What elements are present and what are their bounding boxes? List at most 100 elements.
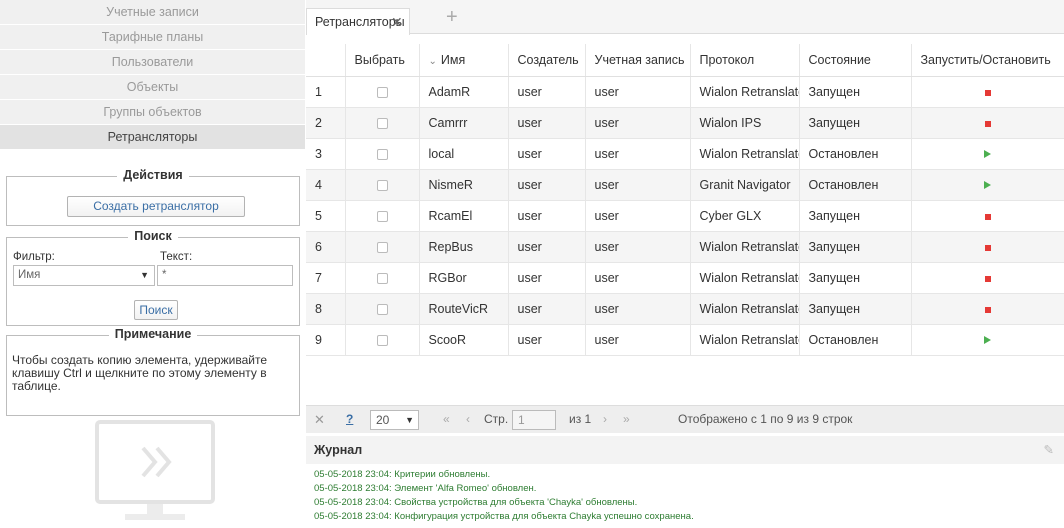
row-checkbox[interactable] bbox=[345, 169, 420, 201]
col-header-start-stop[interactable]: Запустить/Остановить bbox=[911, 44, 1064, 77]
table-row[interactable]: 9 ScooR user user Wialon Retranslator Останов… bbox=[306, 324, 1064, 356]
row-name: RepBus bbox=[419, 231, 509, 263]
select-checkbox[interactable] bbox=[376, 117, 388, 129]
row-creator: user bbox=[508, 169, 586, 201]
col-header-name[interactable]: ⌄ Имя bbox=[419, 44, 509, 77]
log-entry: 05-05-2018 23:04: Критерии обновлены. bbox=[314, 469, 491, 480]
row-account: user bbox=[585, 76, 691, 108]
add-tab-icon[interactable]: + bbox=[446, 6, 458, 29]
search-button[interactable]: Поиск bbox=[134, 300, 178, 320]
row-action[interactable] bbox=[911, 262, 1064, 294]
select-checkbox[interactable] bbox=[376, 210, 388, 222]
table-row[interactable]: 4 NismeR user user Granit Navigator Остановле… bbox=[306, 169, 1064, 201]
play-icon[interactable] bbox=[984, 335, 991, 344]
col-header-name-label: Имя bbox=[440, 52, 466, 67]
row-checkbox[interactable] bbox=[345, 107, 420, 139]
col-header-state[interactable]: Состояние bbox=[799, 44, 912, 77]
stop-icon[interactable] bbox=[984, 275, 991, 282]
play-icon[interactable] bbox=[984, 180, 991, 189]
select-checkbox[interactable] bbox=[376, 272, 388, 284]
close-icon[interactable]: ✕ bbox=[391, 9, 403, 35]
row-checkbox[interactable] bbox=[345, 200, 420, 232]
table-row[interactable]: 2 Camrrr user user Wialon IPS Запущен bbox=[306, 107, 1064, 139]
play-icon[interactable] bbox=[984, 149, 991, 158]
select-checkbox[interactable] bbox=[376, 148, 388, 160]
row-action[interactable] bbox=[911, 200, 1064, 232]
prev-page-icon[interactable]: ‹ bbox=[466, 412, 470, 426]
journal-log: 05-05-2018 23:04: Критерии обновлены. 05… bbox=[306, 464, 1064, 524]
row-name: RouteVicR bbox=[419, 293, 509, 325]
filter-label: Фильтр: bbox=[13, 251, 55, 263]
row-action[interactable] bbox=[911, 169, 1064, 201]
nav-item-tariffs[interactable]: Тарифные планы bbox=[0, 25, 305, 50]
nav-item-unit-groups[interactable]: Группы объектов bbox=[0, 100, 305, 125]
stop-icon[interactable] bbox=[984, 89, 991, 96]
row-checkbox[interactable] bbox=[345, 262, 420, 294]
row-number: 5 bbox=[306, 200, 346, 232]
nav-item-units[interactable]: Объекты bbox=[0, 75, 305, 100]
last-page-icon[interactable]: » bbox=[623, 412, 630, 426]
page-label: Стр. bbox=[484, 412, 509, 426]
log-entry: 05-05-2018 23:04: Элемент 'Alfa Romeo' о… bbox=[314, 483, 537, 494]
page-number-input[interactable]: 1 bbox=[512, 410, 556, 430]
pager-summary: Отображено с 1 по 9 из 9 строк bbox=[678, 412, 853, 426]
row-checkbox[interactable] bbox=[345, 138, 420, 170]
next-page-icon[interactable]: › bbox=[603, 412, 607, 426]
stop-icon[interactable] bbox=[984, 213, 991, 220]
table-row[interactable]: 8 RouteVicR user user Wialon Retranslator Зап… bbox=[306, 293, 1064, 325]
create-retranslator-button[interactable]: Создать ретранслятор bbox=[67, 196, 245, 217]
filter-select-value: Имя bbox=[18, 269, 41, 281]
row-number: 6 bbox=[306, 231, 346, 263]
row-state: Запущен bbox=[799, 262, 912, 294]
row-action[interactable] bbox=[911, 231, 1064, 263]
left-panel: Учетные записи Тарифные планы Пользовате… bbox=[0, 0, 305, 525]
row-name: NismeR bbox=[419, 169, 509, 201]
row-name: local bbox=[419, 138, 509, 170]
nav-item-users[interactable]: Пользователи bbox=[0, 50, 305, 75]
row-number: 9 bbox=[306, 324, 346, 356]
select-checkbox[interactable] bbox=[376, 179, 388, 191]
col-header-creator[interactable]: Создатель bbox=[508, 44, 586, 77]
nav-item-retranslators[interactable]: Ретрансляторы bbox=[0, 125, 305, 150]
select-checkbox[interactable] bbox=[376, 241, 388, 253]
first-page-icon[interactable]: « bbox=[443, 412, 450, 426]
col-header-protocol[interactable]: Протокол bbox=[690, 44, 800, 77]
table-row[interactable]: 6 RepBus user user Wialon Retranslator Запуще… bbox=[306, 231, 1064, 263]
row-protocol: Wialon Retranslator bbox=[690, 262, 800, 294]
row-state: Остановлен bbox=[799, 324, 912, 356]
stop-icon[interactable] bbox=[984, 120, 991, 127]
table-row[interactable]: 3 local user user Wialon Retranslator Останов… bbox=[306, 138, 1064, 170]
table-row[interactable]: 1 AdamR user user Wialon Retranslator Запущен bbox=[306, 76, 1064, 108]
close-icon[interactable]: ✕ bbox=[314, 412, 325, 428]
eraser-icon[interactable]: ✎ bbox=[1044, 436, 1054, 464]
row-checkbox[interactable] bbox=[345, 293, 420, 325]
row-checkbox[interactable] bbox=[345, 231, 420, 263]
row-protocol: Wialon Retranslator bbox=[690, 293, 800, 325]
row-protocol: Cyber GLX bbox=[690, 200, 800, 232]
table-row[interactable]: 5 RcamEl user user Cyber GLX Запущен bbox=[306, 200, 1064, 232]
col-header-account[interactable]: Учетная запись bbox=[585, 44, 691, 77]
select-checkbox[interactable] bbox=[376, 86, 388, 98]
row-action[interactable] bbox=[911, 293, 1064, 325]
stop-icon[interactable] bbox=[984, 244, 991, 251]
select-checkbox[interactable] bbox=[376, 303, 388, 315]
row-action[interactable] bbox=[911, 324, 1064, 356]
nav-item-accounts[interactable]: Учетные записи bbox=[0, 0, 305, 25]
select-checkbox[interactable] bbox=[376, 334, 388, 346]
search-text-input[interactable]: * bbox=[157, 265, 293, 286]
page-size-select[interactable]: 20 ▼ bbox=[370, 410, 419, 430]
row-protocol: Wialon Retranslator bbox=[690, 324, 800, 356]
help-icon[interactable]: ? bbox=[346, 412, 353, 426]
col-header-select[interactable]: Выбрать bbox=[345, 44, 420, 77]
row-checkbox[interactable] bbox=[345, 324, 420, 356]
row-checkbox[interactable] bbox=[345, 76, 420, 108]
row-action[interactable] bbox=[911, 76, 1064, 108]
monitor-icon bbox=[95, 420, 215, 525]
row-state: Запущен bbox=[799, 76, 912, 108]
row-action[interactable] bbox=[911, 138, 1064, 170]
table-row[interactable]: 7 RGBor user user Wialon Retranslator Запущен bbox=[306, 262, 1064, 294]
filter-select[interactable]: Имя ▼ bbox=[13, 265, 155, 286]
tab-retranslators[interactable]: Ретрансляторы ✕ bbox=[306, 8, 410, 35]
stop-icon[interactable] bbox=[984, 306, 991, 313]
row-action[interactable] bbox=[911, 107, 1064, 139]
